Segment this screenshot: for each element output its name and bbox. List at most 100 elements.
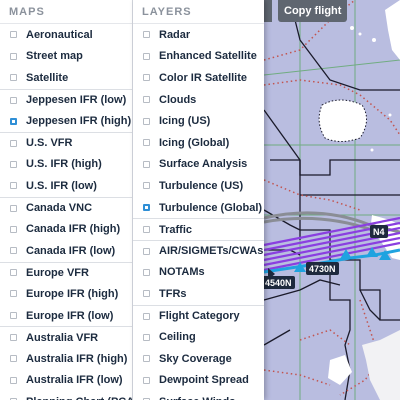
layers-item-label: NOTAMs: [159, 266, 205, 279]
layers-list: Radar Enhanced Satellite Color IR Satellit…: [133, 24, 264, 400]
toolbar-button[interactable]: [264, 0, 272, 22]
checkbox[interactable]: [143, 290, 150, 298]
maps-item-label: Satellite: [26, 71, 69, 84]
checkbox[interactable]: [143, 226, 150, 234]
maps-item-label: Canada VNC: [26, 202, 93, 215]
layers-item-surface-winds[interactable]: Surface Winds: [133, 391, 264, 400]
maps-panel: MAPS Aeronautical Street map Satellite Jepp…: [0, 0, 133, 400]
maps-item-label: Europe VFR: [26, 266, 89, 279]
maps-item-canada-vnc[interactable]: Canada VNC: [0, 196, 132, 219]
maps-item-canada-ifr-low[interactable]: Canada IFR (low): [0, 240, 132, 262]
layers-item-sky-coverage[interactable]: Sky Coverage: [133, 348, 264, 370]
checkbox[interactable]: [143, 74, 150, 82]
layers-item-tfrs[interactable]: TFRs: [133, 283, 264, 305]
layers-item-label: Sky Coverage: [159, 352, 232, 365]
checkbox[interactable]: [10, 376, 17, 384]
checkbox[interactable]: [10, 52, 17, 60]
maps-item-planning-chart-pca[interactable]: Planning Chart (PCA): [0, 391, 132, 400]
checkbox[interactable]: [143, 160, 150, 168]
maps-item-u-s-vfr[interactable]: U.S. VFR: [0, 131, 132, 154]
route-label-text: 4730N: [309, 263, 336, 274]
copy-flight-button[interactable]: Copy flight: [278, 0, 348, 22]
checkbox[interactable]: [10, 312, 17, 320]
checkbox[interactable]: [10, 269, 17, 277]
maps-item-label: Canada IFR (low): [26, 244, 116, 257]
checkbox[interactable]: [143, 268, 150, 276]
maps-item-europe-ifr-low[interactable]: Europe IFR (low): [0, 305, 132, 327]
layers-item-label: Surface Winds: [159, 396, 235, 400]
maps-item-label: Planning Chart (PCA): [26, 396, 132, 400]
layers-item-label: Dewpoint Spread: [159, 374, 249, 387]
checkbox[interactable]: [143, 96, 150, 104]
checkbox[interactable]: [10, 160, 17, 168]
layers-header: LAYERS: [133, 0, 264, 24]
maps-item-label: Australia IFR (low): [26, 374, 123, 387]
checkbox[interactable]: [10, 182, 17, 190]
checkbox[interactable]: [10, 31, 17, 39]
checkbox[interactable]: [10, 204, 17, 212]
maps-item-label: Aeronautical: [26, 28, 93, 41]
checkbox[interactable]: [143, 182, 150, 190]
route-label-n4[interactable]: N4: [370, 225, 388, 238]
layers-item-turbulence-us[interactable]: Turbulence (US): [133, 175, 264, 197]
maps-item-u-s-ifr-low[interactable]: U.S. IFR (low): [0, 175, 132, 197]
maps-item-canada-ifr-high[interactable]: Canada IFR (high): [0, 218, 132, 240]
checkbox[interactable]: [10, 247, 17, 255]
maps-item-street-map[interactable]: Street map: [0, 46, 132, 68]
layers-item-enhanced-satellite[interactable]: Enhanced Satellite: [133, 46, 264, 68]
layers-item-dewpoint-spread[interactable]: Dewpoint Spread: [133, 370, 264, 392]
maps-item-australia-vfr[interactable]: Australia VFR: [0, 326, 132, 348]
checkbox[interactable]: [143, 376, 150, 384]
layers-item-label: Icing (Global): [159, 136, 230, 149]
layers-item-notams[interactable]: NOTAMs: [133, 262, 264, 284]
maps-item-europe-ifr-high[interactable]: Europe IFR (high): [0, 283, 132, 305]
checkbox[interactable]: [10, 355, 17, 363]
maps-item-label: Jeppesen IFR (low): [26, 94, 127, 107]
maps-item-label: Australia IFR (high): [26, 352, 128, 365]
layers-item-label: Enhanced Satellite: [159, 50, 257, 63]
maps-item-australia-ifr-high[interactable]: Australia IFR (high): [0, 348, 132, 370]
checkbox[interactable]: [10, 334, 17, 342]
layers-item-turbulence-global[interactable]: Turbulence (Global): [133, 197, 264, 219]
checkbox[interactable]: [143, 247, 150, 255]
checkbox[interactable]: [143, 31, 150, 39]
checkbox[interactable]: [143, 312, 150, 320]
layers-item-surface-analysis[interactable]: Surface Analysis: [133, 154, 264, 176]
layers-item-color-ir-satellite[interactable]: Color IR Satellite: [133, 67, 264, 89]
checkbox[interactable]: [143, 204, 150, 212]
checkbox[interactable]: [143, 333, 150, 341]
route-label-4540n[interactable]: 4540N: [262, 276, 295, 289]
checkbox[interactable]: [10, 225, 17, 233]
checkbox[interactable]: [10, 96, 17, 104]
layers-item-clouds[interactable]: Clouds: [133, 89, 264, 111]
maps-item-aeronautical[interactable]: Aeronautical: [0, 24, 132, 46]
maps-item-jeppesen-ifr-high[interactable]: Jeppesen IFR (high): [0, 110, 132, 132]
maps-item-satellite[interactable]: Satellite: [0, 67, 132, 89]
layers-item-radar[interactable]: Radar: [133, 24, 264, 46]
layers-item-ceiling[interactable]: Ceiling: [133, 326, 264, 348]
layers-item-icing-global[interactable]: Icing (Global): [133, 132, 264, 154]
route-label-4730n[interactable]: 4730N: [306, 262, 339, 275]
maps-item-label: Europe IFR (high): [26, 287, 119, 300]
checkbox[interactable]: [10, 290, 17, 298]
layers-item-traffic[interactable]: Traffic: [133, 218, 264, 240]
layers-item-icing-us[interactable]: Icing (US): [133, 110, 264, 132]
layers-item-label: Surface Analysis: [159, 158, 248, 171]
checkbox[interactable]: [10, 74, 17, 82]
checkbox[interactable]: [10, 117, 17, 125]
maps-item-u-s-ifr-high[interactable]: U.S. IFR (high): [0, 154, 132, 176]
maps-item-label: U.S. VFR: [26, 137, 73, 150]
checkbox[interactable]: [10, 139, 17, 147]
checkbox[interactable]: [143, 117, 150, 125]
checkbox[interactable]: [143, 139, 150, 147]
maps-item-label: U.S. IFR (high): [26, 158, 102, 171]
checkbox[interactable]: [143, 52, 150, 60]
maps-item-label: Street map: [26, 50, 83, 63]
maps-item-jeppesen-ifr-low[interactable]: Jeppesen IFR (low): [0, 88, 132, 111]
maps-item-europe-vfr[interactable]: Europe VFR: [0, 261, 132, 284]
checkbox[interactable]: [143, 355, 150, 363]
layers-item-air-sigmets-cwas[interactable]: AIR/SIGMETs/CWAs: [133, 239, 264, 262]
layers-item-flight-category[interactable]: Flight Category: [133, 304, 264, 327]
route-label-text: 4540N: [265, 277, 292, 288]
maps-item-australia-ifr-low[interactable]: Australia IFR (low): [0, 370, 132, 392]
